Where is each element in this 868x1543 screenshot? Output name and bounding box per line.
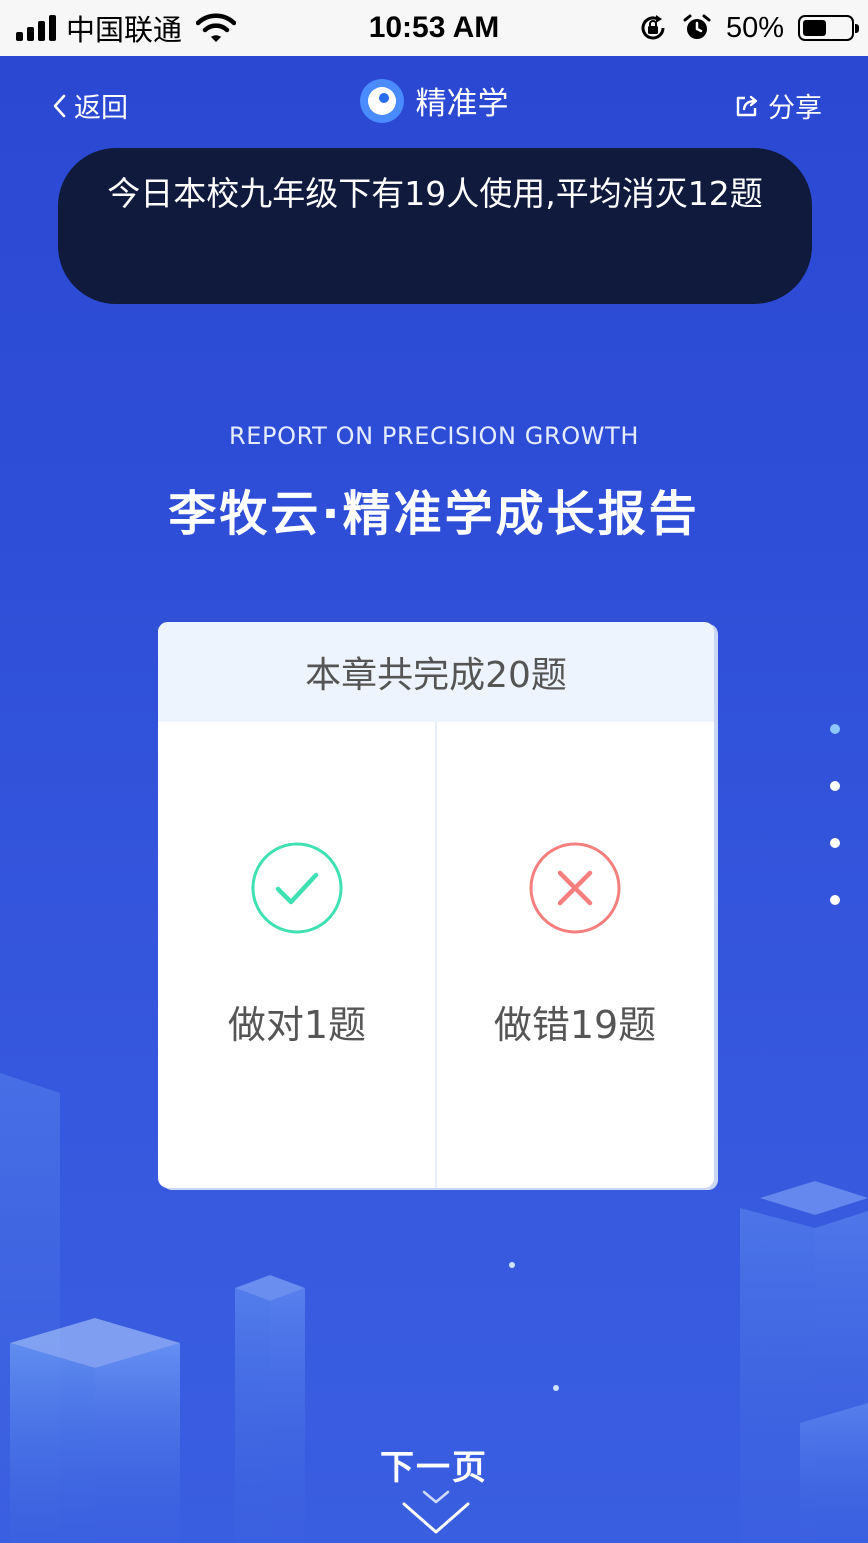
page-dot[interactable] [830,781,840,791]
notice-text: 今日本校九年级下有19人使用,平均消灭12题 [107,174,763,213]
page-dot[interactable] [830,895,840,905]
orientation-lock-icon [641,15,665,40]
total-completed-label: 本章共完成20题 [305,655,567,696]
status-right: 50% [638,8,859,48]
card-body: 做对1题 做错19题 [158,722,714,1188]
app-screen: 返回 精准学 分享 今日本校九年级下有19人使用,平均消灭12题 REPORT … [0,56,868,1543]
report-subtitle: REPORT ON PRECISION GROWTH [228,422,640,450]
usage-notice-banner: 今日本校九年级下有19人使用,平均消灭12题 [58,148,812,304]
page-dot[interactable] [830,724,840,734]
next-page-button[interactable]: 下一页 [0,1440,868,1489]
status-bar: 中国联通 10:53 AM 50% [0,0,868,56]
battery-percent: 50% [725,11,784,44]
report-title: 李牧云·精准学成长报告 [168,486,700,542]
x-circle-icon [529,842,621,934]
share-button[interactable]: 分享 [734,86,822,125]
battery-fill [803,20,826,36]
wrong-column[interactable]: 做错19题 [436,722,714,1188]
wrong-count-label: 做错19题 [493,1003,657,1047]
summary-card: 本章共完成20题 做对1题 做错19题 [158,622,714,1188]
page-dot[interactable] [830,838,840,848]
app-logo-icon [359,78,404,123]
double-chevron-down-icon[interactable] [398,1488,474,1543]
alarm-icon [683,14,711,39]
card-header: 本章共完成20题 [158,622,714,722]
check-circle-icon [251,842,343,934]
battery-icon [798,15,859,41]
page-title: 精准学 [415,86,509,122]
share-label: 分享 [768,93,822,124]
page-indicator [830,724,844,952]
correct-count-label: 做对1题 [227,1003,367,1047]
correct-column[interactable]: 做对1题 [158,722,436,1188]
share-icon [736,95,758,116]
